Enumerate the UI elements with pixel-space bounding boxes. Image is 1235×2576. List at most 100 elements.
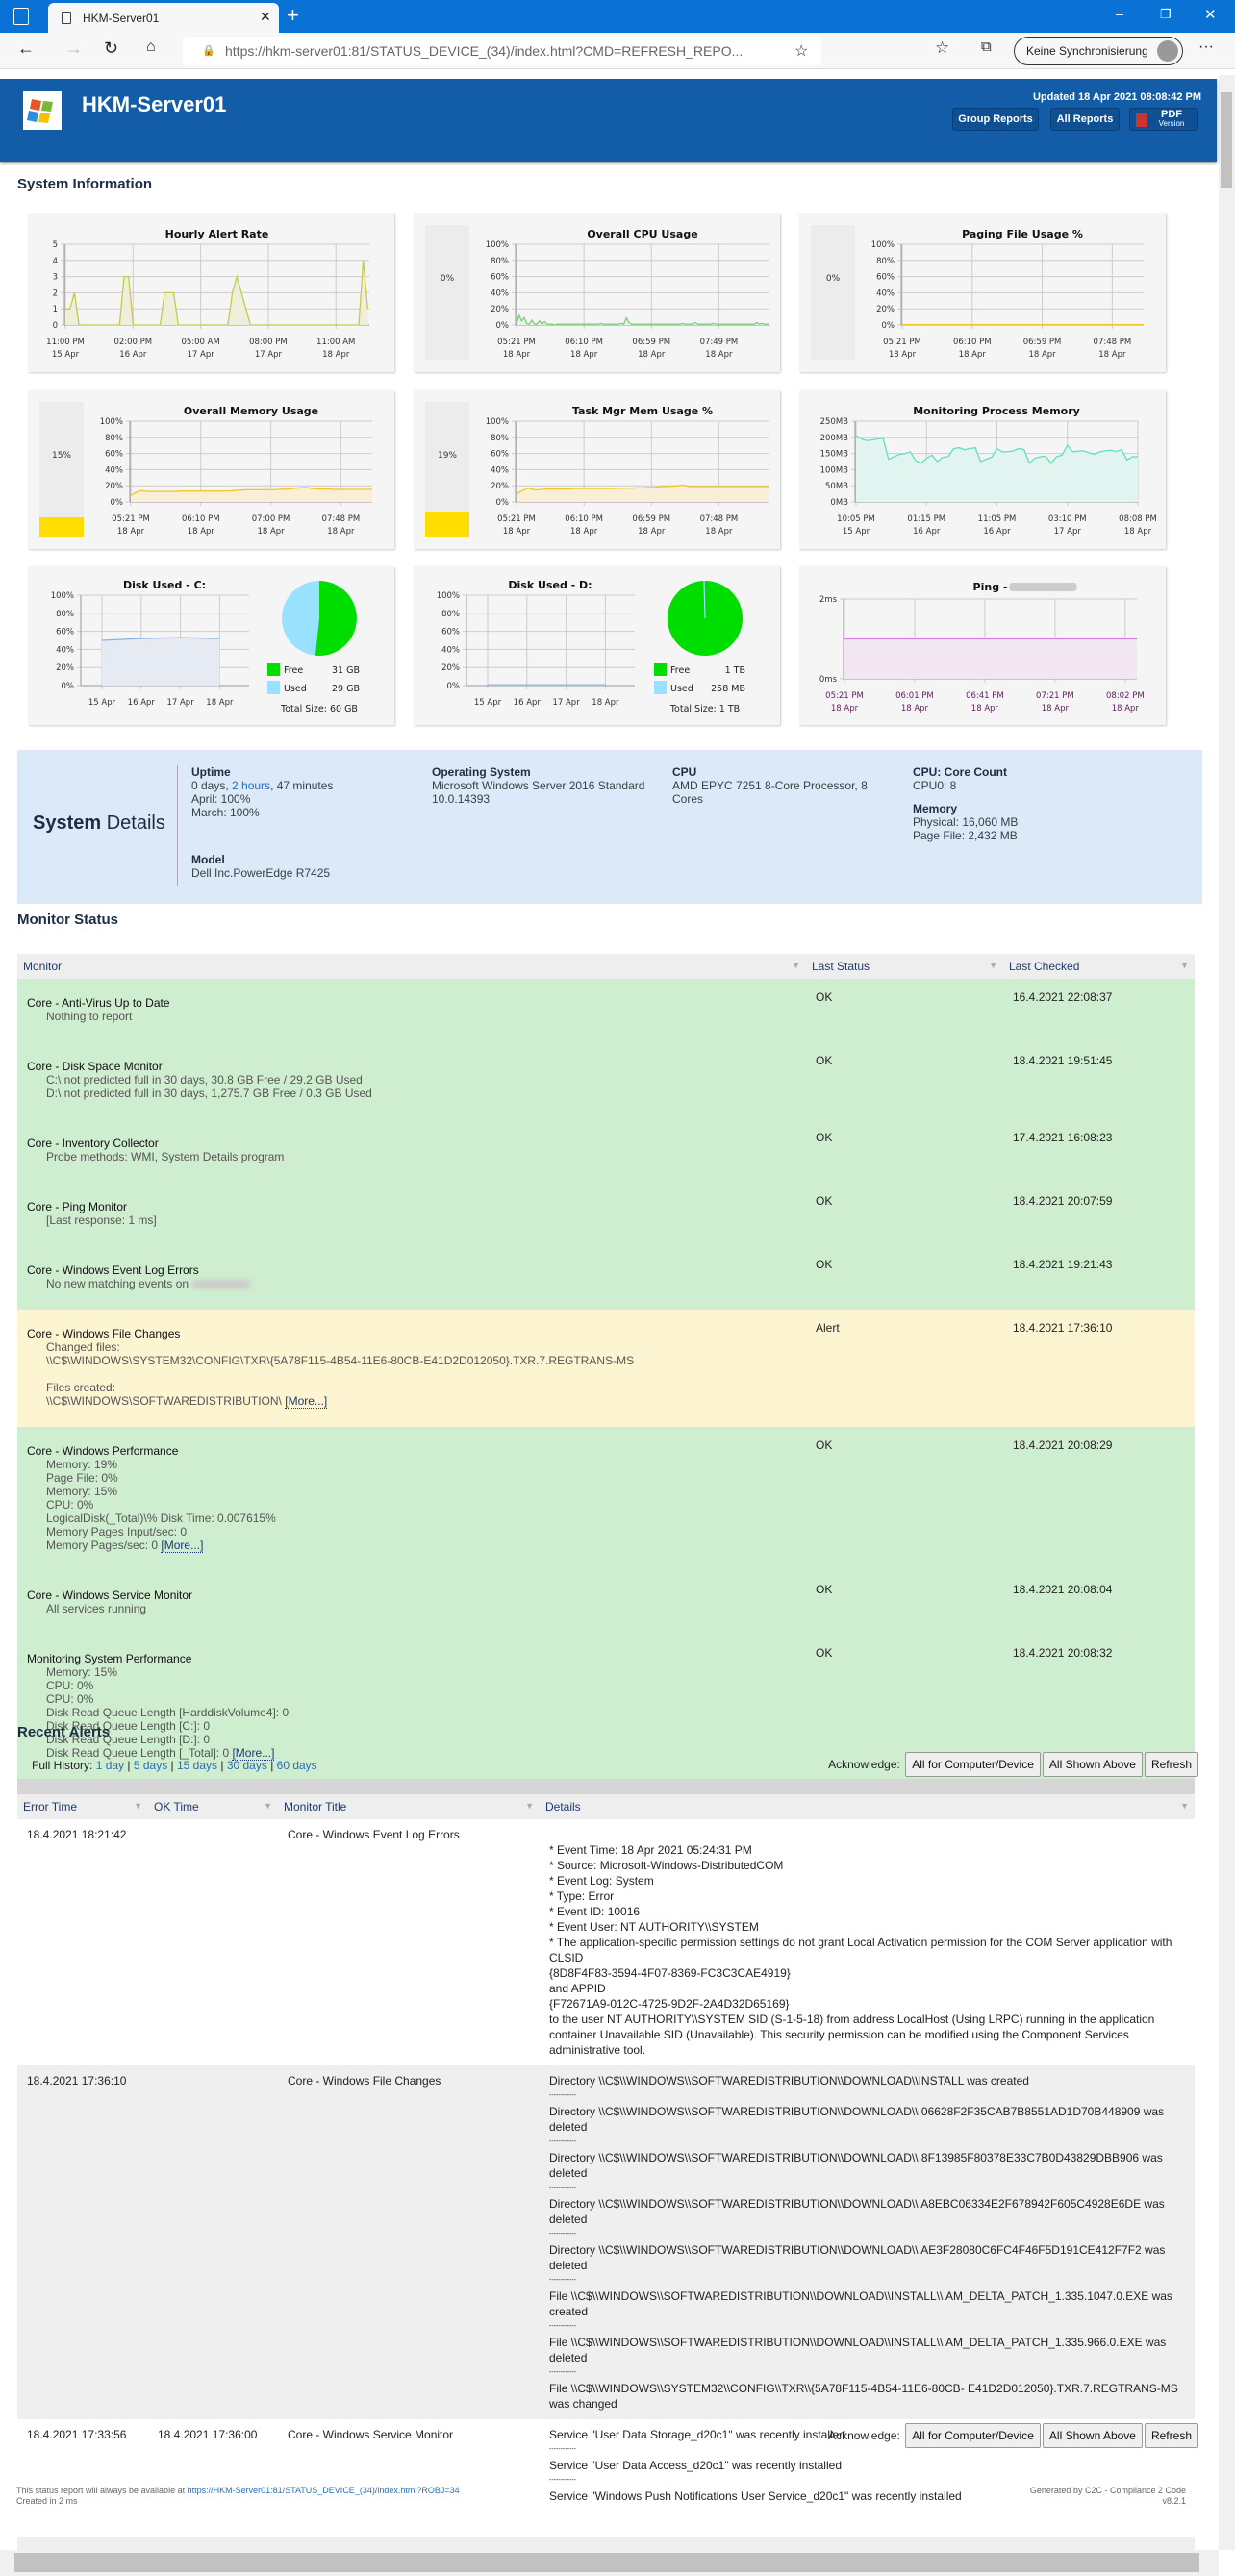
- y-tick-label: 1: [53, 305, 58, 314]
- column-ok-time[interactable]: OK Time ▼: [148, 1794, 278, 1819]
- more-link[interactable]: [More...]: [161, 1538, 204, 1553]
- ack-all-device-button[interactable]: All for Computer/Device: [905, 2423, 1041, 2448]
- scrollbar-thumb[interactable]: [1221, 92, 1232, 188]
- collections-icon[interactable]: ⧉: [981, 38, 992, 55]
- report-link[interactable]: https://HKM-Server01:81/STATUS_DEVICE_(3…: [188, 2486, 460, 2495]
- ack-all-device-button[interactable]: All for Computer/Device: [905, 1752, 1041, 1777]
- column-monitor[interactable]: Monitor ▼: [17, 954, 806, 979]
- monitor-title[interactable]: Core - Windows File Changes: [27, 1327, 796, 1340]
- monitor-title[interactable]: Core - Inventory Collector: [27, 1137, 796, 1150]
- restore-icon[interactable]: ❐: [1160, 7, 1172, 22]
- browser-tab[interactable]: HKM-Server01 ✕: [48, 3, 279, 33]
- y-tick-label: 0%: [496, 498, 510, 508]
- home-icon[interactable]: ⌂: [146, 38, 156, 56]
- uptime-block: Uptime 0 days, 2 hours, 47 minutes April…: [191, 765, 334, 819]
- ok-time-cell: [148, 1819, 278, 2065]
- monitor-title[interactable]: Core - Anti-Virus Up to Date: [27, 996, 796, 1010]
- sort-icon: ▼: [792, 961, 800, 970]
- column-monitor-title[interactable]: Monitor Title ▼: [278, 1794, 540, 1819]
- monitor-detail-line: CPU: 0%: [27, 1498, 796, 1512]
- close-window-icon[interactable]: ✕: [1204, 6, 1217, 23]
- all-reports-button[interactable]: All Reports: [1050, 108, 1120, 131]
- minimize-icon[interactable]: –: [1116, 6, 1123, 21]
- x-tick-label: 07:00 PM: [252, 514, 290, 524]
- y-tick-label: 0%: [111, 498, 124, 508]
- x-tick-label: 06:41 PM: [966, 691, 1004, 701]
- group-reports-button[interactable]: Group Reports: [952, 108, 1039, 131]
- history-link-4[interactable]: 60 days: [277, 1759, 317, 1772]
- table-row: Core - Disk Space Monitor C:\ not predict…: [17, 1042, 1195, 1119]
- y-tick-label: 40%: [56, 645, 74, 655]
- avatar: [1157, 40, 1178, 62]
- monitor-title[interactable]: Core - Windows Service Monitor: [27, 1588, 796, 1602]
- monitor-title[interactable]: Core - Disk Space Monitor: [27, 1060, 796, 1073]
- detail-line: Directory \\C$\\WINDOWS\\SOFTWAREDISTRIB…: [549, 2197, 1165, 2226]
- ack-all-shown-button[interactable]: All Shown Above: [1042, 1752, 1143, 1777]
- vertical-scrollbar[interactable]: [1219, 75, 1235, 2550]
- column-error-time[interactable]: Error Time ▼: [17, 1794, 148, 1819]
- back-icon[interactable]: ←: [17, 38, 35, 59]
- chart-title: Hourly Alert Rate: [165, 228, 269, 240]
- detail-text: Disk Read Queue Length [HarddiskVolume4]…: [46, 1706, 290, 1719]
- url-text[interactable]: https://hkm-server01:81/STATUS_DEVICE_(3…: [225, 43, 743, 59]
- x-tick-label: 18 Apr: [831, 704, 859, 713]
- status-cell: OK: [816, 1131, 833, 1144]
- monitor-title[interactable]: Core - Windows Event Log Errors: [27, 1263, 796, 1277]
- y-tick-label: 80%: [876, 257, 895, 266]
- y-tick-label: 0MB: [830, 498, 848, 508]
- more-link[interactable]: [More...]: [285, 1394, 328, 1409]
- detail-line: ------------: [549, 2323, 576, 2330]
- x-tick-label: 18 Apr: [322, 350, 350, 360]
- y-tick-label: 50MB: [825, 482, 848, 491]
- history-link-2[interactable]: 15 days: [177, 1759, 217, 1772]
- chart-taskmgr: Task Mgr Mem Usage % 19% 0% 20% 40% 60% 80% 100…: [414, 390, 780, 549]
- gauge-label: 19%: [438, 451, 457, 461]
- page-title: HKM-Server01: [82, 92, 227, 116]
- x-tick-label: 05:00 AM: [181, 338, 219, 347]
- y-tick-label: 40%: [491, 465, 509, 475]
- x-tick-label: 17 Apr: [188, 350, 215, 360]
- pdf-version-button[interactable]: PDF Version: [1129, 108, 1198, 131]
- uptime-hours-link[interactable]: 2 hours: [232, 779, 270, 792]
- x-tick-label: 08:08 PM: [1119, 514, 1157, 524]
- detail-line: [549, 1827, 1185, 1842]
- x-tick-label: 16 Apr: [983, 527, 1011, 537]
- monitor-title[interactable]: Core - Windows Performance: [27, 1444, 796, 1458]
- column-last-status[interactable]: Last Status ▼: [806, 954, 1003, 979]
- monitor-detail-line: D:\ not predicted full in 30 days, 1,275…: [27, 1087, 796, 1100]
- chart-title: Paging File Usage %: [962, 228, 1083, 240]
- history-link-3[interactable]: 30 days: [227, 1759, 267, 1772]
- column-last-checked[interactable]: Last Checked ▼: [1003, 954, 1195, 979]
- refresh-button[interactable]: Refresh: [1144, 1752, 1198, 1777]
- profile-button[interactable]: Keine Synchronisierung: [1014, 37, 1183, 65]
- detail-line: ------------: [549, 2092, 576, 2099]
- scrollbar-thumb[interactable]: [14, 2553, 1199, 2572]
- forward-icon[interactable]: →: [65, 38, 83, 59]
- details-cell: Directory \\C$\\WINDOWS\\SOFTWAREDISTRIB…: [540, 2065, 1195, 2419]
- more-icon[interactable]: ···: [1198, 38, 1214, 56]
- favorites-icon[interactable]: ☆: [935, 38, 949, 58]
- detail-line: * Event Log: System: [549, 1874, 654, 1888]
- new-tab-icon[interactable]: +: [287, 3, 299, 28]
- column-details[interactable]: Details ▼: [540, 1794, 1195, 1819]
- horizontal-scrollbar[interactable]: [0, 2550, 1219, 2576]
- monitor-detail-line: C:\ not predicted full in 30 days, 30.8 …: [27, 1073, 796, 1087]
- refresh-icon[interactable]: ↻: [104, 38, 118, 59]
- x-tick-label: 08:02 PM: [1106, 691, 1145, 701]
- sort-icon: ▼: [1180, 961, 1189, 970]
- history-link-1[interactable]: 5 days: [134, 1759, 167, 1772]
- favorite-add-icon[interactable]: ☆: [794, 41, 808, 61]
- close-tab-icon[interactable]: ✕: [260, 9, 271, 25]
- gauge-background: [811, 225, 855, 360]
- monitor-title[interactable]: Monitoring System Performance: [27, 1652, 796, 1665]
- legend-value: 1 TB: [725, 665, 745, 676]
- ack-all-shown-button[interactable]: All Shown Above: [1042, 2423, 1143, 2448]
- detail-line: ------------: [549, 2231, 576, 2238]
- refresh-button[interactable]: Refresh: [1144, 2423, 1198, 2448]
- history-link-0[interactable]: 1 day: [96, 1759, 124, 1772]
- gauge-background: [425, 225, 469, 360]
- tab-actions-icon[interactable]: [13, 8, 29, 25]
- x-tick-label: 08:00 PM: [249, 338, 288, 347]
- monitor-title[interactable]: Core - Ping Monitor: [27, 1200, 796, 1213]
- url-bar[interactable]: 🔒 https://hkm-server01:81/STATUS_DEVICE_…: [183, 37, 821, 65]
